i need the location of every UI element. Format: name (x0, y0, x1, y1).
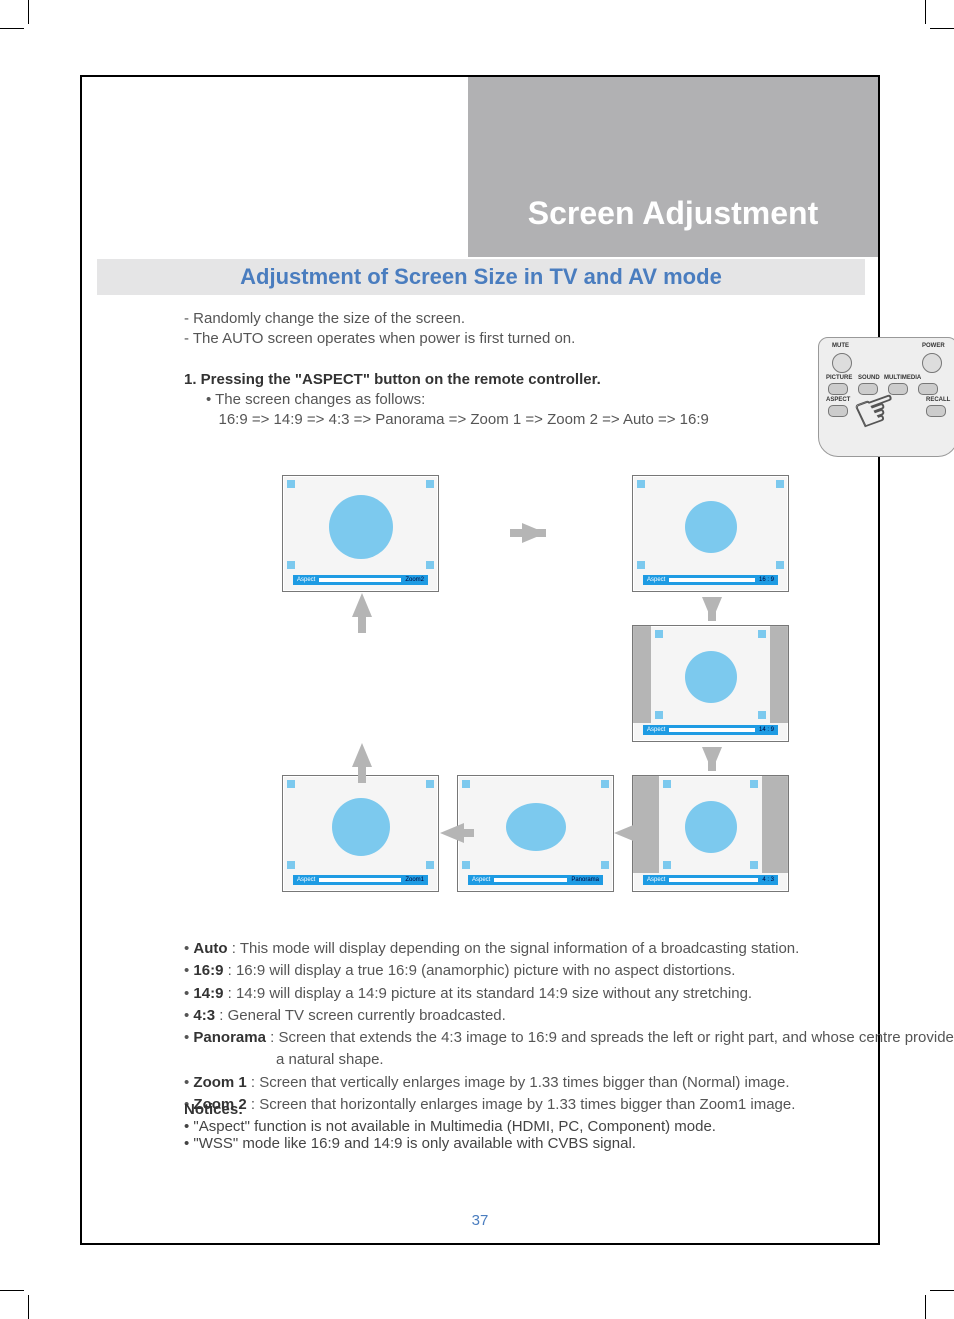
tv-4-3: Aspect 4 : 3 (632, 775, 789, 892)
arrow-up-icon (352, 593, 372, 617)
tv-zoom1: Aspect Zoom1 (282, 775, 439, 892)
arrow-right-icon (522, 523, 546, 543)
remote-label-picture: PICTURE (826, 375, 852, 381)
mode-desc-zoom1: Screen that vertically enlarges image by… (259, 1074, 789, 1091)
remote-recall-button (926, 405, 946, 417)
osd-value-4-3: 4 : 3 (762, 877, 774, 883)
osd-label: Aspect (647, 577, 665, 583)
step1-sub: • The screen changes as follows: (184, 390, 834, 410)
remote-multimedia-button (888, 383, 908, 395)
remote-label-power: POWER (922, 343, 945, 349)
osd-label: Aspect (647, 727, 665, 733)
step1-sequence: 16:9 => 14:9 => 4:3 => Panorama => Zoom … (184, 410, 834, 430)
osd-value-16-9: 16 : 9 (759, 577, 774, 583)
remote-sound-button (858, 383, 878, 395)
section-title-bar: Adjustment of Screen Size in TV and AV m… (97, 259, 865, 295)
remote-label-sound: SOUND (858, 375, 880, 381)
mode-desc-auto: This mode will display depending on the … (240, 940, 800, 957)
page-title: Screen Adjustment (468, 195, 878, 232)
notices-heading: Notices: (184, 1101, 944, 1118)
remote-label-mute: MUTE (832, 343, 849, 349)
mode-name-43: 4:3 (193, 1007, 215, 1024)
remote-extra-button (918, 383, 938, 395)
mode-name-auto: Auto (193, 940, 227, 957)
mode-name-149: 14:9 (193, 985, 223, 1002)
notice-1: • "Aspect" function is not available in … (184, 1118, 944, 1135)
aspect-cycle-diagram: AspectAuto Aspect16 : 9 AspectZoom2 Aspe… (192, 475, 872, 915)
mode-descriptions: • Auto : This mode will display dependin… (184, 939, 954, 1117)
remote-aspect-button (828, 405, 848, 417)
osd-label: Aspect (647, 877, 665, 883)
remote-label-multimedia: MULTIMEDIA (884, 375, 921, 381)
osd-label: Aspect (297, 877, 315, 883)
osd-value-zoom2: Zoom2 (405, 577, 424, 583)
osd-label: Aspect (297, 577, 315, 583)
osd-value-14-9: 14 : 9 (759, 727, 774, 733)
manual-page: Screen Adjustment Adjustment of Screen S… (80, 75, 880, 1245)
arrow-down-icon (702, 747, 722, 771)
arrow-down-icon (702, 597, 722, 621)
arrow-up-icon (352, 743, 372, 767)
osd-label: Aspect (472, 877, 490, 883)
remote-label-recall: RECALL (926, 397, 950, 403)
mode-desc-panorama-cont: a natural shape. (184, 1050, 954, 1070)
mode-desc-149: 14:9 will display a 14:9 picture at its … (236, 985, 752, 1002)
tv-panorama: Aspect Panorama (457, 775, 614, 892)
osd-value-panorama: Panorama (571, 877, 599, 883)
arrow-left-icon (440, 823, 464, 843)
intro-text: - Randomly change the size of the screen… (184, 309, 834, 431)
mode-desc-43: General TV screen currently broadcasted. (228, 1007, 506, 1024)
mode-desc-panorama: Screen that extends the 4:3 image to 16:… (278, 1029, 954, 1046)
intro-line2: - The AUTO screen operates when power is… (184, 329, 834, 349)
page-number: 37 (82, 1212, 878, 1229)
tv-14-9: Aspect 14 : 9 (632, 625, 789, 742)
mode-name-169: 16:9 (193, 962, 223, 979)
remote-illustration: MUTE POWER PICTURE SOUND MULTIMEDIA ASPE… (818, 337, 954, 457)
remote-picture-button (828, 383, 848, 395)
remote-power-button (922, 353, 942, 373)
tv-16-9: Aspect 16 : 9 (632, 475, 789, 592)
mode-name-panorama: Panorama (193, 1029, 266, 1046)
notice-2: • "WSS" mode like 16:9 and 14:9 is only … (184, 1135, 944, 1152)
step1-heading: 1. Pressing the "ASPECT" button on the r… (184, 371, 601, 388)
remote-label-aspect: ASPECT (826, 397, 850, 403)
tv-zoom2: Aspect Zoom2 (282, 475, 439, 592)
mode-name-zoom1: Zoom 1 (193, 1074, 246, 1091)
intro-line1: - Randomly change the size of the screen… (184, 309, 834, 329)
arrow-left-icon (614, 823, 638, 843)
remote-mute-button (832, 353, 852, 373)
notices-block: Notices: • "Aspect" function is not avai… (184, 1101, 944, 1152)
mode-desc-169: 16:9 will display a true 16:9 (anamorphi… (236, 962, 735, 979)
osd-value-zoom1: Zoom1 (405, 877, 424, 883)
